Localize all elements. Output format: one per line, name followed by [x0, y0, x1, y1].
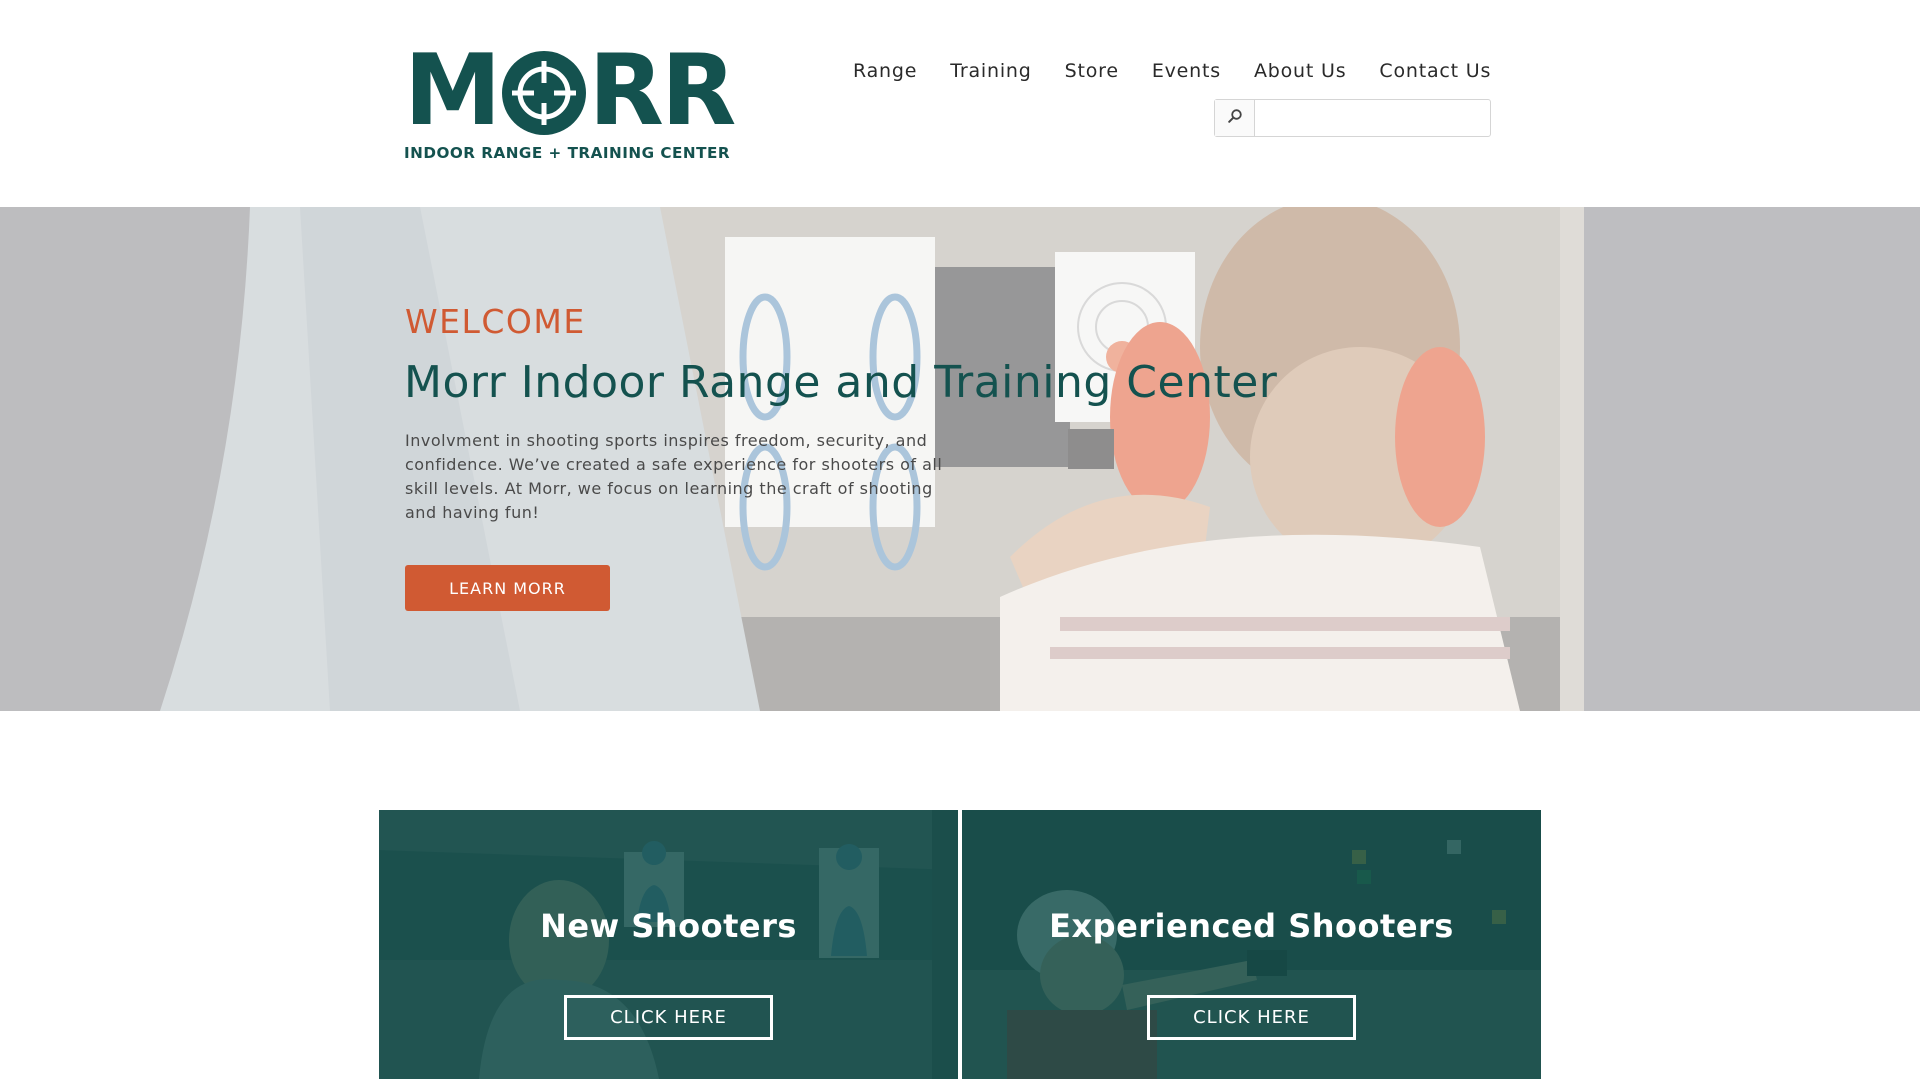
hero-title: Morr Indoor Range and Training Center	[404, 357, 1278, 408]
card-title: New Shooters	[540, 907, 797, 945]
card-experienced-shooters: Experienced Shooters CLICK HERE	[962, 810, 1541, 1079]
site-header: M RR INDOOR RANGE + TRAINING CENTER Rang…	[0, 0, 1920, 207]
nav-item-range[interactable]: Range	[853, 60, 917, 86]
nav-item-training[interactable]: Training	[950, 60, 1031, 86]
search-icon	[1227, 108, 1243, 128]
search-button[interactable]	[1215, 100, 1255, 136]
experienced-shooters-click-here-button[interactable]: CLICK HERE	[1147, 995, 1356, 1040]
nav-item-about-us[interactable]: About Us	[1254, 60, 1346, 86]
hero-banner: WELCOME Morr Indoor Range and Training C…	[0, 207, 1920, 711]
main-nav: Range Training Store Events About Us Con…	[853, 60, 1491, 86]
learn-morr-button[interactable]: LEARN MORR	[405, 565, 610, 611]
logo-wordmark: M RR	[404, 34, 737, 148]
nav-item-events[interactable]: Events	[1152, 60, 1221, 86]
search-input[interactable]	[1255, 100, 1490, 136]
logo-letter-m: M	[404, 34, 502, 148]
logo-letters-rr: RR	[588, 34, 737, 148]
hero-description: Involvment in shooting sports inspires f…	[405, 431, 943, 522]
crosshair-icon	[501, 51, 586, 135]
nav-item-store[interactable]: Store	[1065, 60, 1119, 86]
search-box	[1214, 99, 1491, 137]
hero-eyebrow: WELCOME	[405, 302, 586, 341]
card-title: Experienced Shooters	[1049, 907, 1454, 945]
logo-tagline: INDOOR RANGE + TRAINING CENTER	[404, 144, 731, 162]
card-new-shooters: New Shooters CLICK HERE	[379, 810, 958, 1079]
site-logo[interactable]: M RR INDOOR RANGE + TRAINING CENTER	[404, 34, 757, 164]
new-shooters-click-here-button[interactable]: CLICK HERE	[564, 995, 773, 1040]
nav-item-contact-us[interactable]: Contact Us	[1379, 60, 1491, 86]
